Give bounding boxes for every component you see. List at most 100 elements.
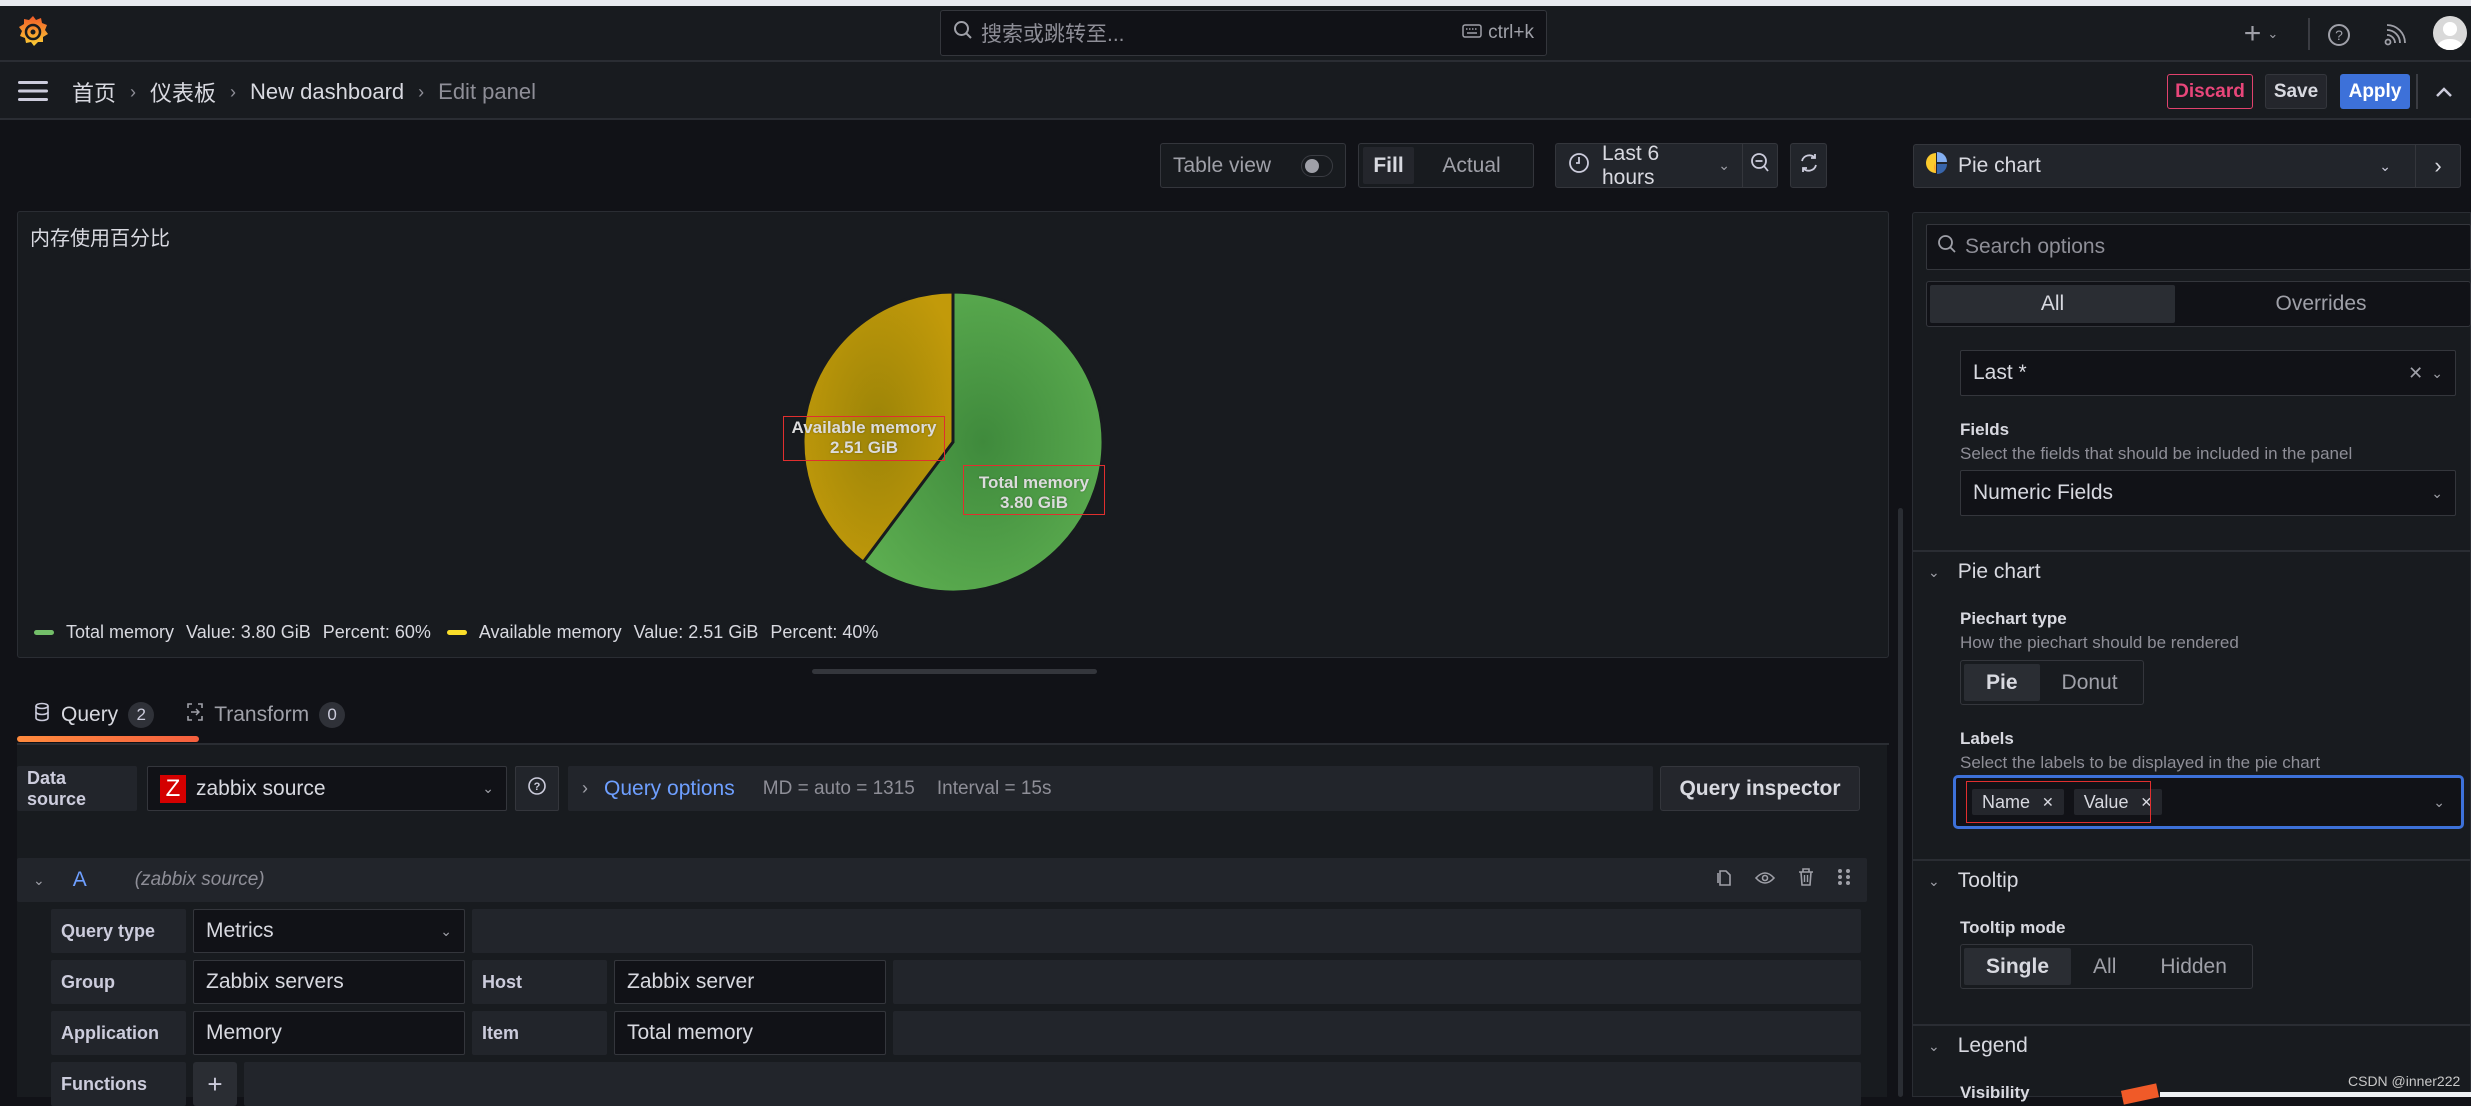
time-range-picker[interactable]: Last 6 hours ⌄ <box>1555 142 1743 189</box>
collapse-chevron-icon[interactable]: ⌄ <box>33 872 45 889</box>
save-button[interactable]: Save <box>2265 74 2327 109</box>
section-divider <box>1913 1024 2471 1026</box>
host-input[interactable]: Zabbix server <box>614 960 886 1004</box>
legend-swatch-yellow <box>446 630 467 635</box>
query-type-value: Metrics <box>206 919 274 942</box>
annotation-box <box>783 416 945 461</box>
tab-all[interactable]: All <box>1930 285 2175 323</box>
fill-option[interactable]: Fill <box>1363 147 1414 184</box>
max-data-points: MD = auto = 1315 <box>762 777 915 799</box>
add-new-button[interactable]: + ⌄ <box>2238 18 2284 50</box>
toggle-switch[interactable] <box>1301 154 1333 177</box>
piechart-type-donut[interactable]: Donut <box>2040 664 2140 701</box>
search-icon <box>953 20 973 46</box>
query-type-select[interactable]: Metrics ⌄ <box>193 909 465 953</box>
legend-item-name[interactable]: Total memory <box>66 622 174 643</box>
section-title: Tooltip <box>1957 869 2019 892</box>
apply-button[interactable]: Apply <box>2340 74 2410 109</box>
chevron-down-icon: ⌄ <box>2267 26 2279 41</box>
breadcrumb-home[interactable]: 首页 <box>72 76 116 108</box>
legend-item-percent: Percent: 60% <box>322 622 431 642</box>
actual-option[interactable]: Actual <box>1414 147 1529 184</box>
legend-swatch-green <box>34 630 54 635</box>
calculation-select[interactable]: Last * ✕ ⌄ <box>1960 350 2456 396</box>
fill-actual-switch: Fill Actual <box>1358 143 1534 188</box>
drag-handle-icon[interactable] <box>1837 868 1851 892</box>
duplicate-query-icon[interactable] <box>1715 867 1733 893</box>
breadcrumb-separator-icon: › <box>130 81 137 102</box>
application-input[interactable]: Memory <box>193 1011 465 1055</box>
tab-query[interactable]: Query 2 <box>17 690 170 740</box>
breadcrumb-dashboards[interactable]: 仪表板 <box>150 76 216 108</box>
panel-resize-handle[interactable] <box>812 669 1097 674</box>
zabbix-icon: Z <box>160 774 186 803</box>
zoom-out-button[interactable] <box>1742 143 1778 188</box>
legend-item-name[interactable]: Available memory <box>479 622 622 643</box>
visibility-label: Visibility <box>1960 1083 2030 1102</box>
table-view-toggle[interactable]: Table view <box>1160 143 1346 188</box>
help-icon[interactable]: ? <box>2324 20 2354 50</box>
global-search-input[interactable]: 搜索或跳转至... ctrl+k <box>940 10 1547 56</box>
add-function-button[interactable]: + <box>193 1062 237 1106</box>
tooltip-mode-all[interactable]: All <box>2071 948 2138 985</box>
refresh-icon <box>1798 152 1820 180</box>
annotation-box <box>963 465 1105 515</box>
labels-multiselect[interactable]: Name ✕ Value ✕ ⌄ <box>1953 775 2464 829</box>
query-options-link[interactable]: Query options <box>604 777 735 801</box>
discard-button[interactable]: Discard <box>2167 74 2253 109</box>
legend-item-value: Value: 2.51 GiB <box>633 622 759 642</box>
overlay-strip <box>2160 1092 2471 1097</box>
hide-query-eye-icon[interactable] <box>1754 869 1776 891</box>
tab-overrides[interactable]: Overrides <box>2175 285 2467 323</box>
tooltip-mode-single[interactable]: Single <box>1964 948 2072 985</box>
legend-item-value: Value: 3.80 GiB <box>186 622 311 642</box>
pane-splitter[interactable] <box>1898 508 1903 1097</box>
editor-tabs: Query 2 Transform 0 <box>17 690 361 740</box>
user-avatar-icon[interactable] <box>2433 16 2467 50</box>
visualization-picker[interactable]: Pie chart ⌄ › <box>1913 144 2461 188</box>
piechart-type-pie[interactable]: Pie <box>1964 664 2040 701</box>
group-input[interactable]: Zabbix servers <box>193 960 465 1004</box>
delete-query-trash-icon[interactable] <box>1797 867 1815 893</box>
tooltip-mode-hidden[interactable]: Hidden <box>2138 948 2249 985</box>
chevron-down-icon: ⌄ <box>2433 793 2445 810</box>
options-tabs: All Overrides <box>1926 281 2471 327</box>
data-source-help-button[interactable]: ? <box>515 766 559 811</box>
data-source-picker[interactable]: Z zabbix source ⌄ <box>147 766 507 811</box>
query-options-bar[interactable]: › Query options MD = auto = 1315 Interva… <box>568 766 1653 811</box>
tab-transform[interactable]: Transform 0 <box>170 690 361 740</box>
search-options-input[interactable]: Search options <box>1926 224 2471 270</box>
grafana-logo-icon[interactable] <box>16 14 50 48</box>
data-source-label: Data source <box>17 766 137 811</box>
breadcrumb-dashboard[interactable]: New dashboard <box>250 79 404 105</box>
chevron-down-icon: ⌄ <box>482 780 494 796</box>
clock-icon <box>1568 152 1590 180</box>
section-pie-chart[interactable]: ⌄ Pie chart <box>1928 560 2041 584</box>
application-label: Application <box>51 1011 186 1055</box>
fields-select[interactable]: Numeric Fields ⌄ <box>1960 470 2456 516</box>
query-ref-id[interactable]: A <box>73 868 87 892</box>
pie-label-total-memory: Total memory 3.80 GiB <box>963 465 1105 515</box>
section-tooltip[interactable]: ⌄ Tooltip <box>1928 869 2018 893</box>
section-legend[interactable]: ⌄ Legend <box>1928 1034 2028 1058</box>
section-title: Legend <box>1957 1034 2028 1057</box>
piechart-type-radio: Pie Donut <box>1960 660 2144 705</box>
search-placeholder: 搜索或跳转至... <box>981 23 1125 46</box>
tooltip-mode-radio: Single All Hidden <box>1960 944 2253 989</box>
collapse-options-chevron-right-icon[interactable]: › <box>2416 153 2460 179</box>
item-input[interactable]: Total memory <box>614 1011 886 1055</box>
news-feed-icon[interactable] <box>2380 20 2410 50</box>
clear-icon[interactable]: ✕ <box>2408 363 2423 384</box>
divider <box>2308 18 2310 50</box>
collapse-toolbar-chevron-up-icon[interactable] <box>2428 78 2460 106</box>
query-inspector-button[interactable]: Query inspector <box>1660 766 1860 811</box>
breadcrumb-separator-icon: › <box>230 81 237 102</box>
fields-description: Select the fields that should be include… <box>1960 444 2353 463</box>
calculation-value: Last * <box>1973 361 2027 384</box>
refresh-button[interactable] <box>1790 143 1827 188</box>
zoom-out-icon <box>1750 152 1770 180</box>
chevron-down-icon: ⌄ <box>1928 563 1940 580</box>
tab-label: Query <box>61 703 119 726</box>
visualization-name: Pie chart <box>1958 154 2041 177</box>
menu-icon[interactable] <box>18 80 48 102</box>
